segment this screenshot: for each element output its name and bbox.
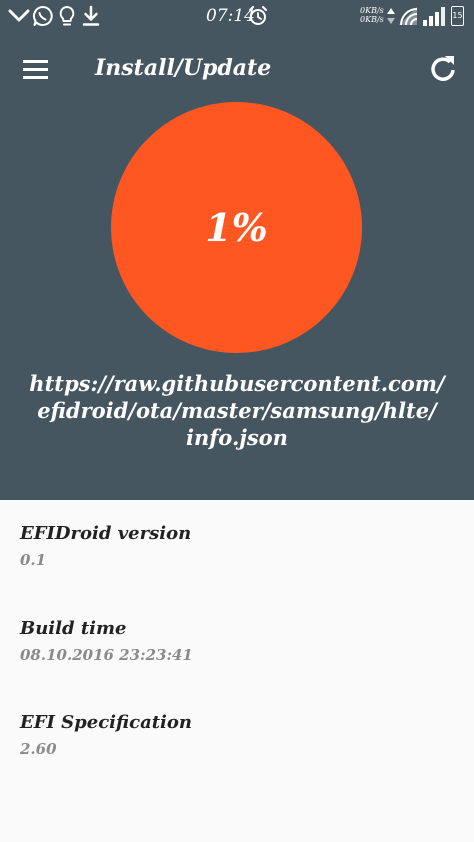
info-item-efi-specification: EFI Specification 2.60 xyxy=(20,711,450,759)
data-activity-icon xyxy=(387,8,395,24)
info-value: 0.1 xyxy=(20,551,47,569)
alarm-icon xyxy=(249,6,267,25)
info-item-efidroid-version: EFIDroid version 0.1 xyxy=(20,522,450,570)
progress-circle: 1% xyxy=(111,102,362,353)
status-bar: 07:14 0KB/s 0KB/s 15 xyxy=(0,0,474,32)
progress-percent: 1% xyxy=(205,205,268,250)
page-title: Install/Update xyxy=(95,55,272,81)
net-down-speed: 0KB/s xyxy=(360,15,384,24)
net-up-speed: 0KB/s xyxy=(360,6,384,15)
network-speed: 0KB/s 0KB/s xyxy=(360,6,384,24)
install-header: Install/Update 1% https://raw.githubuser… xyxy=(0,32,474,500)
info-label: Build time xyxy=(20,618,127,639)
lightbulb-icon xyxy=(59,6,75,26)
info-value: 2.60 xyxy=(20,740,57,758)
info-list: EFIDroid version 0.1 Build time 08.10.20… xyxy=(0,500,474,842)
info-item-build-time: Build time 08.10.2016 23:23:41 xyxy=(20,617,450,665)
info-label: EFIDroid version xyxy=(20,523,192,544)
info-label: EFI Specification xyxy=(20,712,192,733)
battery-icon: 15 xyxy=(451,6,464,26)
refresh-icon[interactable] xyxy=(424,50,462,88)
info-value: 08.10.2016 23:23:41 xyxy=(20,646,193,664)
download-icon xyxy=(82,5,100,26)
chevron-down-icon xyxy=(8,9,30,22)
source-url: https://raw.githubusercontent.com/ efidr… xyxy=(29,371,445,450)
install-update-screen: 07:14 0KB/s 0KB/s 15 Install/Update 1% h… xyxy=(0,0,474,842)
menu-icon[interactable] xyxy=(18,52,56,86)
wifi-icon xyxy=(399,7,418,26)
whatsapp-icon xyxy=(32,5,53,26)
signal-icon xyxy=(423,7,445,26)
